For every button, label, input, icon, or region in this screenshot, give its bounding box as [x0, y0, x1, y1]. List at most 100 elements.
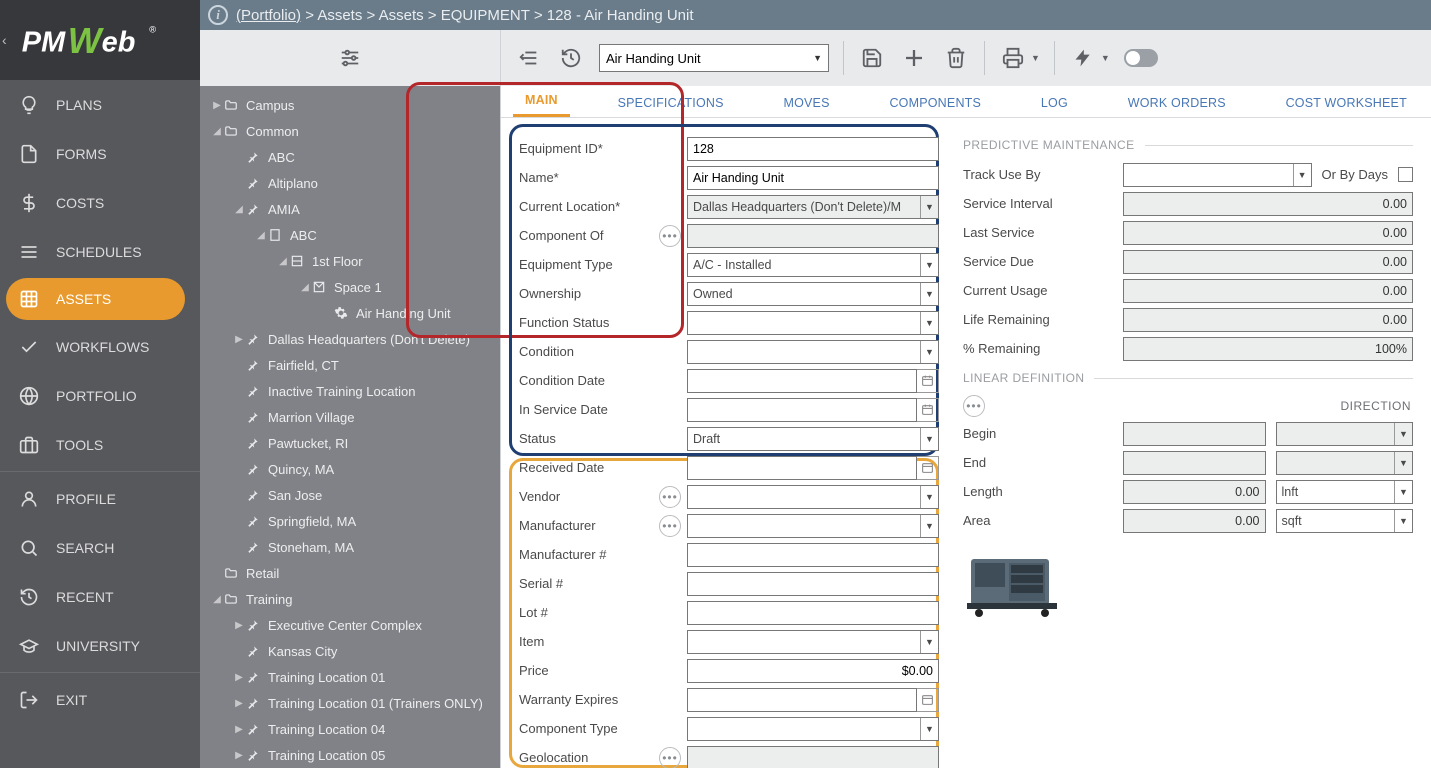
input-pct-remaining[interactable]: [1123, 337, 1413, 361]
nav-item-schedules[interactable]: SCHEDULES: [0, 227, 200, 276]
tree-node[interactable]: Stoneham, MA: [200, 534, 500, 560]
nav-item-university[interactable]: UNIVERSITY: [0, 621, 200, 670]
nav-item-forms[interactable]: FORMS: [0, 129, 200, 178]
expand-icon[interactable]: ◢: [210, 126, 224, 137]
expand-icon[interactable]: ▶: [232, 698, 246, 709]
select-condition[interactable]: ▼: [687, 340, 939, 364]
input-area[interactable]: [1123, 509, 1266, 533]
tree-node[interactable]: Kansas City: [200, 638, 500, 664]
input-serial-no[interactable]: [687, 572, 939, 596]
input-service-due[interactable]: [1123, 250, 1413, 274]
select-vendor[interactable]: ▼: [687, 485, 939, 509]
select-track-use-by[interactable]: ▼: [1123, 163, 1312, 187]
calendar-icon[interactable]: [917, 456, 939, 480]
tab-main[interactable]: MAIN: [513, 87, 570, 117]
tab-specifications[interactable]: SPECIFICATIONS: [606, 90, 736, 117]
expand-icon[interactable]: ◢: [210, 594, 224, 605]
tree-node[interactable]: ◢Space 1: [200, 274, 500, 300]
input-manufacturer-no[interactable]: [687, 543, 939, 567]
nav-item-recent[interactable]: RECENT: [0, 572, 200, 621]
nav-item-workflows[interactable]: WORKFLOWS: [0, 322, 200, 371]
input-length[interactable]: [1123, 480, 1266, 504]
tree-node[interactable]: San Jose: [200, 482, 500, 508]
tree-node[interactable]: ▶Dallas Headquarters (Don't Delete): [200, 326, 500, 352]
nav-item-profile[interactable]: PROFILE: [0, 474, 200, 523]
tab-work-orders[interactable]: WORK ORDERS: [1116, 90, 1238, 117]
tree-node[interactable]: ◢1st Floor: [200, 248, 500, 274]
tree-node[interactable]: ABC: [200, 144, 500, 170]
tab-components[interactable]: COMPONENTS: [877, 90, 993, 117]
nav-item-exit[interactable]: EXIT: [0, 675, 200, 724]
input-service-interval[interactable]: [1123, 192, 1413, 216]
input-component-of[interactable]: [687, 224, 939, 248]
nav-item-portfolio[interactable]: PORTFOLIO: [0, 371, 200, 420]
select-manufacturer[interactable]: ▼: [687, 514, 939, 538]
nav-item-tools[interactable]: TOOLS: [0, 420, 200, 469]
calendar-icon[interactable]: [917, 369, 939, 393]
tab-cost-worksheet[interactable]: COST WORKSHEET: [1274, 90, 1419, 117]
calendar-icon[interactable]: [917, 398, 939, 422]
select-item[interactable]: ▼: [687, 630, 939, 654]
tree-node[interactable]: ▶Training Location 01: [200, 664, 500, 690]
expand-icon[interactable]: ▶: [232, 672, 246, 683]
more-icon[interactable]: •••: [963, 395, 985, 417]
select-length-unit[interactable]: lnft▼: [1276, 480, 1414, 504]
expand-icon[interactable]: ◢: [276, 256, 290, 267]
input-condition-date[interactable]: [687, 369, 917, 393]
outdent-icon[interactable]: [515, 44, 543, 72]
input-received-date[interactable]: [687, 456, 917, 480]
more-icon[interactable]: •••: [659, 225, 681, 247]
select-ownership[interactable]: Owned▼: [687, 282, 939, 306]
tree-node[interactable]: Inactive Training Location: [200, 378, 500, 404]
expand-icon[interactable]: ◢: [232, 204, 246, 215]
expand-icon[interactable]: ▶: [232, 750, 246, 761]
input-price[interactable]: [687, 659, 939, 683]
nav-item-search[interactable]: SEARCH: [0, 523, 200, 572]
breadcrumb-portfolio[interactable]: (Portfolio): [236, 7, 301, 24]
input-last-service[interactable]: [1123, 221, 1413, 245]
tree-node[interactable]: ◢ABC: [200, 222, 500, 248]
expand-icon[interactable]: ◢: [254, 230, 268, 241]
tree-node[interactable]: Fairfield, CT: [200, 352, 500, 378]
tree-node[interactable]: ▶Campus: [200, 92, 500, 118]
info-icon[interactable]: i: [208, 5, 228, 25]
tree-node[interactable]: Pawtucket, RI: [200, 430, 500, 456]
expand-icon[interactable]: ◢: [298, 282, 312, 293]
select-function-status[interactable]: ▼: [687, 311, 939, 335]
tree-node[interactable]: ▶Training Location 01 (Trainers ONLY): [200, 690, 500, 716]
tree-node[interactable]: ◢Training: [200, 586, 500, 612]
more-icon[interactable]: •••: [659, 515, 681, 537]
select-end-dir[interactable]: ▼: [1276, 451, 1414, 475]
tab-moves[interactable]: MOVES: [771, 90, 841, 117]
add-icon[interactable]: [900, 44, 928, 72]
checkbox-or-by-days[interactable]: [1398, 167, 1413, 182]
more-icon[interactable]: •••: [659, 747, 681, 768]
input-begin[interactable]: [1123, 422, 1266, 446]
more-icon[interactable]: •••: [659, 486, 681, 508]
history-icon[interactable]: [557, 44, 585, 72]
expand-icon[interactable]: ▶: [210, 100, 224, 111]
input-life-remaining[interactable]: [1123, 308, 1413, 332]
input-geolocation[interactable]: [687, 746, 939, 768]
select-area-unit[interactable]: sqft▼: [1276, 509, 1414, 533]
save-icon[interactable]: [858, 44, 886, 72]
expand-icon[interactable]: ▶: [232, 620, 246, 631]
location-tree[interactable]: ▶Campus◢CommonABCAltiplano◢AMIA◢ABC◢1st …: [200, 86, 500, 768]
breadcrumb[interactable]: (Portfolio) > Assets > Assets > EQUIPMEN…: [236, 7, 694, 24]
print-icon[interactable]: [999, 44, 1027, 72]
input-in-service-date[interactable]: [687, 398, 917, 422]
select-equipment-type[interactable]: A/C - Installed▼: [687, 253, 939, 277]
tree-node[interactable]: Marrion Village: [200, 404, 500, 430]
select-status[interactable]: Draft▼: [687, 427, 939, 451]
tab-log[interactable]: LOG: [1029, 90, 1080, 117]
tree-node[interactable]: ◢Common: [200, 118, 500, 144]
select-current-location[interactable]: Dallas Headquarters (Don't Delete)/M▼: [687, 195, 939, 219]
tree-node[interactable]: Quincy, MA: [200, 456, 500, 482]
expand-icon[interactable]: ▶: [232, 724, 246, 735]
tree-node[interactable]: ▶Training Location 04: [200, 716, 500, 742]
select-component-type[interactable]: ▼: [687, 717, 939, 741]
nav-item-costs[interactable]: COSTS: [0, 178, 200, 227]
nav-item-assets[interactable]: ASSETS: [6, 278, 185, 320]
tree-node[interactable]: Altiplano: [200, 170, 500, 196]
tree-node[interactable]: ▶Executive Center Complex: [200, 612, 500, 638]
